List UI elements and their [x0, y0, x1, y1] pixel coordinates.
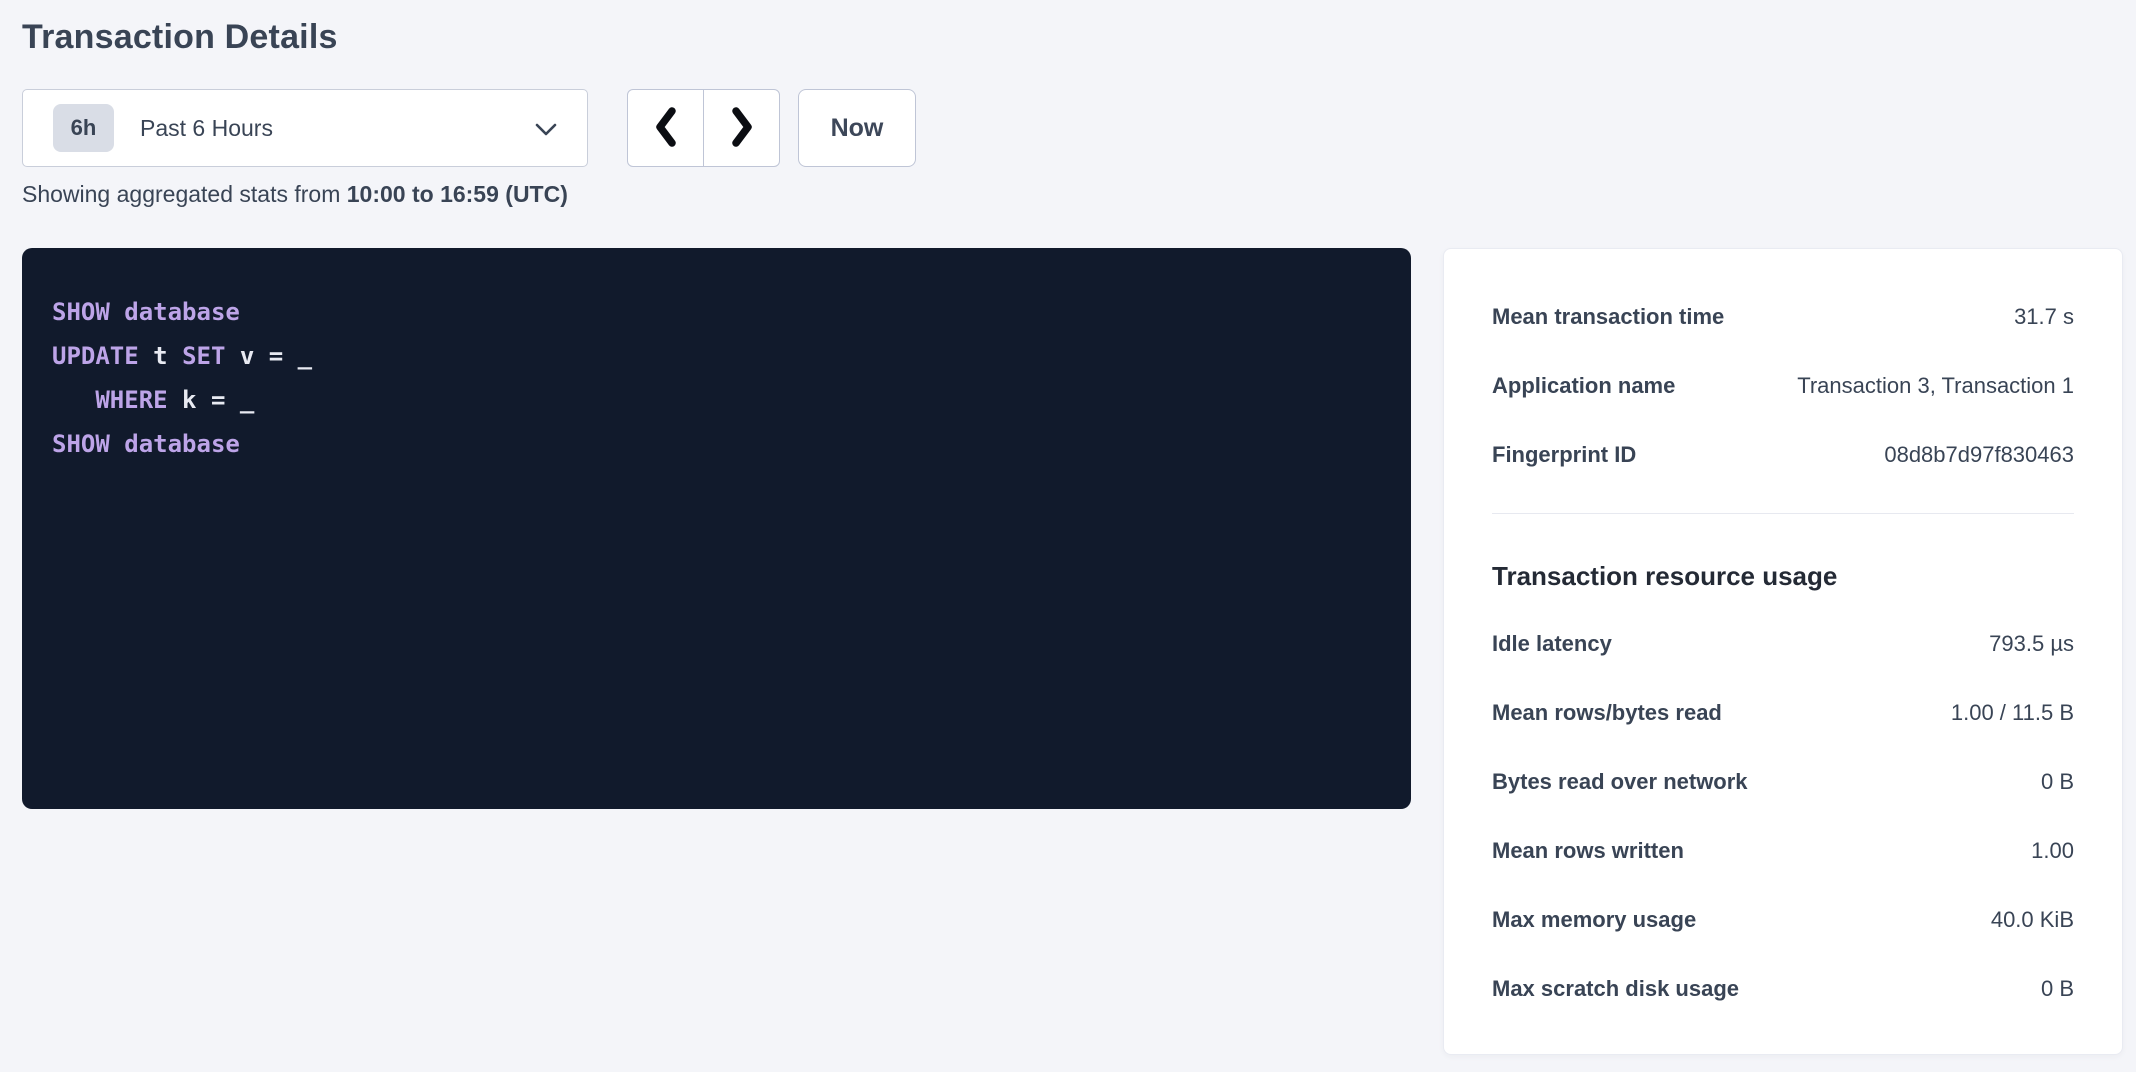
stat-label: Fingerprint ID: [1492, 442, 1636, 468]
stat-label: Idle latency: [1492, 631, 1612, 657]
stat-value: 1.00 / 11.5 B: [1951, 700, 2074, 726]
stat-row: Fingerprint ID 08d8b7d97f830463: [1492, 420, 2074, 489]
transaction-details-page: Transaction Details 6h Past 6 Hours Now: [0, 0, 2136, 1072]
stat-label: Mean transaction time: [1492, 304, 1724, 330]
time-nav-button-group: [627, 89, 780, 167]
stat-value: 08d8b7d97f830463: [1884, 442, 2074, 468]
chevron-down-icon: [535, 123, 557, 141]
chevron-right-icon: [730, 106, 754, 151]
stat-value: Transaction 3, Transaction 1: [1797, 373, 2074, 399]
stat-label: Application name: [1492, 373, 1675, 399]
stat-row: Idle latency 793.5 µs: [1492, 609, 2074, 678]
sql-line: UPDATE t SET v = _: [52, 334, 1381, 378]
stat-row: Max scratch disk usage 0 B: [1492, 954, 2074, 1023]
stat-label: Mean rows/bytes read: [1492, 700, 1722, 726]
stat-value: 793.5 µs: [1989, 631, 2074, 657]
now-button[interactable]: Now: [798, 89, 916, 167]
next-range-button[interactable]: [703, 89, 780, 167]
stat-row: Application name Transaction 3, Transacti…: [1492, 351, 2074, 420]
aggregation-range-prefix: Showing aggregated stats from: [22, 181, 347, 207]
stat-value: 0 B: [2041, 976, 2074, 1002]
stat-value: 0 B: [2041, 769, 2074, 795]
stat-row: Max memory usage 40.0 KiB: [1492, 885, 2074, 954]
stat-label: Max memory usage: [1492, 907, 1696, 933]
time-range-dropdown[interactable]: 6h Past 6 Hours: [22, 89, 588, 167]
time-range-label: Past 6 Hours: [140, 115, 273, 142]
time-controls: 6h Past 6 Hours Now: [22, 89, 916, 167]
aggregation-range-note: Showing aggregated stats from 10:00 to 1…: [22, 181, 568, 208]
resource-usage-heading: Transaction resource usage: [1492, 558, 2074, 594]
stat-row: Mean transaction time 31.7 s: [1492, 282, 2074, 351]
aggregation-range-value: 10:00 to 16:59 (UTC): [347, 181, 568, 207]
prev-range-button[interactable]: [627, 89, 704, 167]
sql-code: SHOW databaseUPDATE t SET v = _ WHERE k …: [52, 290, 1381, 466]
stat-value: 1.00: [2031, 838, 2074, 864]
transaction-summary-card: Mean transaction time 31.7 s Application n…: [1443, 248, 2123, 1055]
stat-label: Max scratch disk usage: [1492, 976, 1739, 1002]
stat-row: Mean rows written 1.00: [1492, 816, 2074, 885]
sql-line: WHERE k = _: [52, 378, 1381, 422]
sql-statement-box: SHOW databaseUPDATE t SET v = _ WHERE k …: [22, 248, 1411, 809]
card-divider: [1492, 513, 2074, 514]
stat-label: Bytes read over network: [1492, 769, 1748, 795]
page-title: Transaction Details: [22, 18, 338, 57]
sql-line: SHOW database: [52, 290, 1381, 334]
stat-row: Mean rows/bytes read 1.00 / 11.5 B: [1492, 678, 2074, 747]
stat-label: Mean rows written: [1492, 838, 1684, 864]
stat-value: 40.0 KiB: [1991, 907, 2074, 933]
resource-stats-list: Idle latency 793.5 µs Mean rows/bytes read…: [1492, 609, 2074, 1023]
summary-stats-list: Mean transaction time 31.7 s Application n…: [1492, 282, 2074, 489]
stat-row: Bytes read over network 0 B: [1492, 747, 2074, 816]
stat-value: 31.7 s: [2014, 304, 2074, 330]
sql-line: SHOW database: [52, 422, 1381, 466]
time-range-badge: 6h: [53, 104, 114, 152]
chevron-left-icon: [654, 106, 678, 151]
